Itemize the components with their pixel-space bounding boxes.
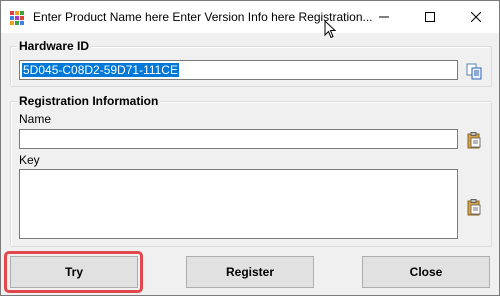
mouse-cursor-icon	[324, 19, 337, 42]
register-button[interactable]: Register	[186, 256, 314, 288]
registration-info-group-label: Registration Information	[17, 94, 161, 108]
app-grid-icon	[9, 10, 25, 26]
close-button[interactable]: Close	[362, 256, 490, 288]
close-window-button[interactable]	[453, 1, 499, 33]
hardware-id-field[interactable]: 5D045-C08D2-59D71-111CE	[19, 60, 458, 80]
name-input[interactable]	[19, 129, 458, 149]
window-title: Enter Product Name here Enter Version In…	[33, 10, 373, 24]
registration-info-group: Registration Information Name Key	[10, 94, 492, 247]
name-label: Name	[19, 112, 52, 126]
close-icon	[471, 12, 481, 22]
title-bar[interactable]: Enter Product Name here Enter Version In…	[1, 1, 499, 39]
minimize-button[interactable]	[361, 1, 407, 33]
hardware-id-group-label: Hardware ID	[17, 39, 92, 53]
clipboard-paste-icon[interactable]	[465, 131, 483, 149]
maximize-button[interactable]	[407, 1, 453, 33]
registration-dialog: Enter Product Name here Enter Version In…	[0, 0, 500, 296]
key-textarea[interactable]	[19, 169, 458, 239]
maximize-icon	[425, 12, 435, 22]
hardware-id-group: Hardware ID 5D045-C08D2-59D71-111CE	[10, 39, 492, 87]
copy-icon[interactable]	[465, 62, 483, 80]
hardware-id-value: 5D045-C08D2-59D71-111CE	[22, 63, 179, 77]
minimize-icon	[379, 16, 389, 18]
try-button[interactable]: Try	[10, 256, 138, 288]
clipboard-paste-icon[interactable]	[465, 198, 483, 216]
key-label: Key	[19, 153, 40, 167]
